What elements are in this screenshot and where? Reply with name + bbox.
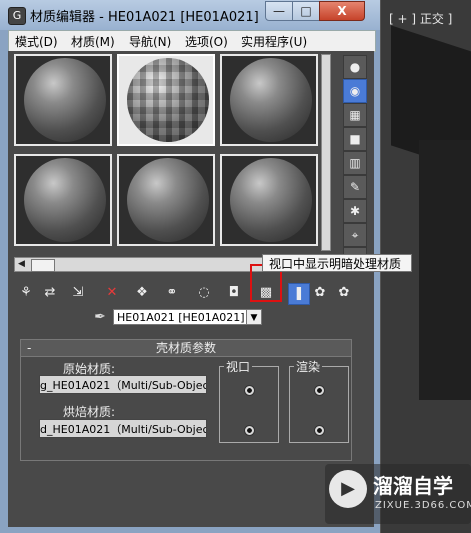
baked-material-label: 烘焙材质: xyxy=(63,405,116,419)
window-title: 材质编辑器 - HE01A021 [HE01A021] xyxy=(30,10,259,25)
go-forward-to-sibling-icon[interactable]: ✿ xyxy=(334,283,354,303)
material-sphere xyxy=(127,158,209,242)
menu-mode[interactable]: 模式(D) xyxy=(15,33,58,50)
sample-slot-4[interactable] xyxy=(14,154,112,246)
backlight-icon[interactable]: ◉ xyxy=(343,79,367,103)
sample-type-sphere-icon[interactable]: ● xyxy=(343,55,367,79)
make-unique-icon[interactable]: ❖ xyxy=(132,283,152,303)
reset-map-icon[interactable]: ✕ xyxy=(102,283,122,303)
show-map-in-viewport-icon[interactable]: ◘ xyxy=(224,283,244,303)
render-baked-radio[interactable] xyxy=(314,425,325,436)
menu-utilities[interactable]: 实用程序(U) xyxy=(241,33,307,50)
original-material-button[interactable]: g_HE01A021（Multi/Sub-Object） xyxy=(39,375,207,394)
viewport-geometry xyxy=(419,140,471,400)
sample-slot-2-active[interactable] xyxy=(117,54,215,146)
render-original-radio[interactable] xyxy=(314,385,325,396)
chevron-down-icon[interactable]: ▼ xyxy=(246,309,262,325)
show-end-result-icon[interactable]: ❚ xyxy=(288,283,310,305)
menu-material[interactable]: 材质(M) xyxy=(71,33,115,50)
material-id-channel-icon[interactable]: ◌ xyxy=(194,283,214,303)
sample-slot-5[interactable] xyxy=(117,154,215,246)
viewport-radio-group: 视口 xyxy=(219,358,279,443)
sample-uv-tiling-icon[interactable]: ■ xyxy=(343,127,367,151)
select-by-material-icon[interactable]: ⌖ xyxy=(343,223,367,247)
assign-to-selection-icon[interactable]: ⇲ xyxy=(68,283,88,303)
video-color-check-icon[interactable]: ▥ xyxy=(343,151,367,175)
menu-options[interactable]: 选项(O) xyxy=(185,33,228,50)
scroll-thumb[interactable] xyxy=(31,259,55,272)
background-checker-icon[interactable]: ▦ xyxy=(343,103,367,127)
material-sphere xyxy=(24,58,106,142)
eyedropper-icon[interactable]: ✒ xyxy=(92,308,108,326)
slots-vertical-scrollbar[interactable] xyxy=(321,54,331,251)
sample-slot-3[interactable] xyxy=(220,54,318,146)
collapse-icon[interactable]: - xyxy=(27,340,39,356)
put-to-scene-icon[interactable]: ⇄ xyxy=(40,283,60,303)
watermark: ▶ 溜溜自学 ZIXUE.3D66.COM xyxy=(325,464,471,524)
watermark-name: 溜溜自学 xyxy=(373,474,453,498)
menu-bar: 模式(D) 材质(M) 导航(N) 选项(O) 实用程序(U) xyxy=(8,30,376,52)
material-name-field[interactable]: HE01A021 [HE01A021] xyxy=(113,309,261,325)
rollout-header[interactable]: 壳材质参数 - xyxy=(21,340,351,357)
material-sphere xyxy=(127,58,209,142)
rollout-title: 壳材质参数 xyxy=(155,341,216,355)
shell-material-parameters-rollout: 壳材质参数 - 原始材质: g_HE01A021（Multi/Sub-Objec… xyxy=(20,339,352,461)
viewport-label[interactable]: [ + ] 正交 ] xyxy=(389,10,452,27)
make-preview-icon[interactable]: ✎ xyxy=(343,175,367,199)
viewport-group-title: 视口 xyxy=(224,358,253,375)
sample-slot-6[interactable] xyxy=(220,154,318,246)
play-logo-icon: ▶ xyxy=(329,470,367,508)
maximize-button[interactable]: □ xyxy=(292,1,320,21)
close-button[interactable]: X xyxy=(319,1,365,21)
material-options-icon[interactable]: ✱ xyxy=(343,199,367,223)
render-group-title: 渲染 xyxy=(294,358,323,375)
editor-client-area: ◀ ▶ ● ◉ ▦ ■ ▥ ✎ ✱ ⌖ ⋮ ⚘ ⇄ ⇲ ✕ ❖ ⚭ ◌ ◘ ▩ … xyxy=(8,51,374,527)
go-to-parent-icon[interactable]: ✿ xyxy=(310,283,330,303)
watermark-url: ZIXUE.3D66.COM xyxy=(375,500,471,511)
viewport-baked-radio[interactable] xyxy=(244,425,255,436)
panel-empty-area xyxy=(8,461,374,527)
sample-slot-1[interactable] xyxy=(14,54,112,146)
get-material-icon[interactable]: ⚘ xyxy=(16,283,36,303)
title-bar[interactable]: G 材质编辑器 - HE01A021 [HE01A021] — □ X xyxy=(0,0,380,30)
baked-material-button[interactable]: d_HE01A021（Multi/Sub-Object） xyxy=(39,419,207,438)
put-to-library-icon[interactable]: ⚭ xyxy=(162,283,182,303)
minimize-button[interactable]: — xyxy=(265,1,293,21)
viewport-original-radio[interactable] xyxy=(244,385,255,396)
material-sphere xyxy=(230,158,312,242)
material-sphere xyxy=(24,158,106,242)
tooltip: 视口中显示明暗处理材质 xyxy=(262,254,412,272)
menu-navigation[interactable]: 导航(N) xyxy=(129,33,171,50)
render-radio-group: 渲染 xyxy=(289,358,349,443)
scroll-left-arrow-icon[interactable]: ◀ xyxy=(15,258,28,271)
app-icon: G xyxy=(8,7,26,25)
material-sphere xyxy=(230,58,312,142)
